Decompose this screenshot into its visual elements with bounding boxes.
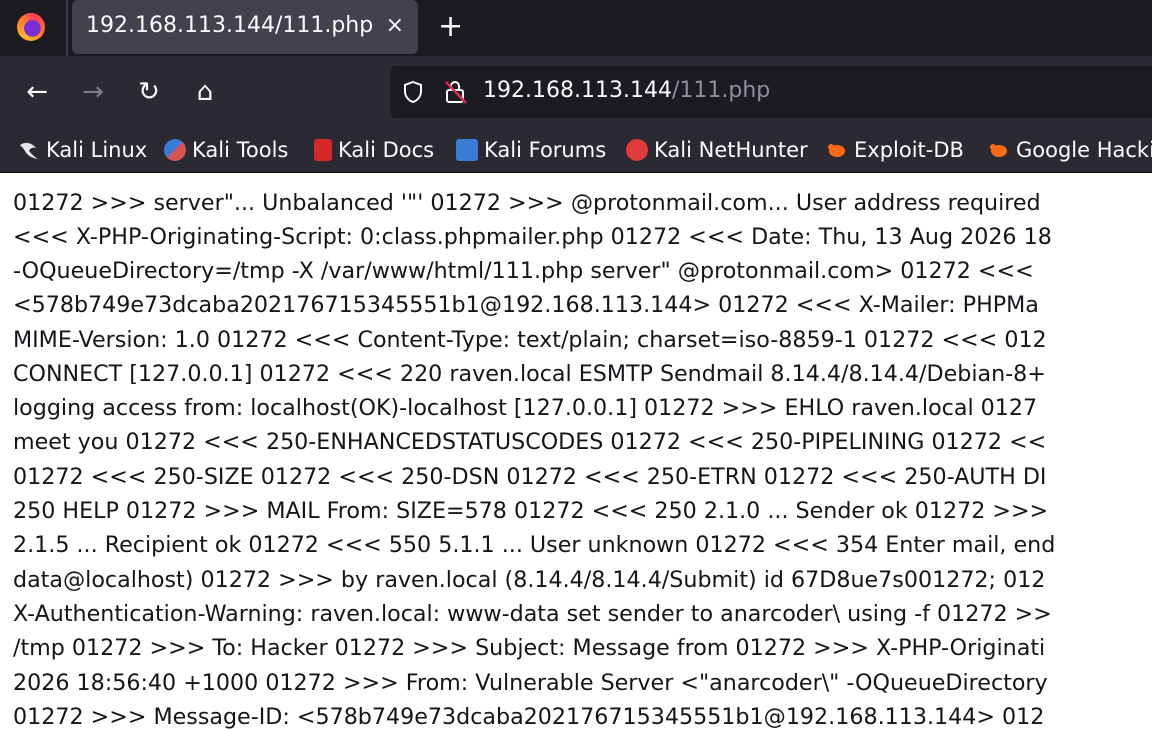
kali-tools-icon	[164, 139, 186, 161]
kali-forums-icon	[456, 139, 478, 161]
bookmark-label: Kali NetHunter	[654, 138, 808, 162]
output-line: 01272 >>> server"... Unbalanced '"' 0127…	[13, 190, 1041, 216]
bookmark-kali-tools[interactable]: Kali Tools	[164, 134, 288, 166]
url-host: 192.168.113.144	[483, 78, 672, 103]
output-line: 01272 <<< 250-SIZE 01272 <<< 250-DSN 012…	[13, 464, 1047, 490]
output-line: X-Authentication-Warning: raven.local: w…	[13, 601, 1052, 627]
navigation-toolbar: ← → ↻ ⌂ 192.168.113.144/111.php	[0, 56, 1152, 128]
close-tab-icon[interactable]: ×	[386, 13, 404, 39]
kali-nethunter-icon	[626, 139, 648, 161]
back-button[interactable]: ←	[17, 72, 57, 112]
exploit-db-bug-icon	[828, 144, 845, 157]
page-content: 01272 >>> server"... Unbalanced '"' 0127…	[0, 173, 1152, 730]
url-path: /111.php	[671, 78, 771, 103]
tab-title: 192.168.113.144/111.php	[86, 13, 374, 38]
bookmark-label: Kali Forums	[484, 138, 607, 162]
bookmark-exploit-db[interactable]: Exploit-DB	[826, 134, 964, 166]
bookmark-kali-docs[interactable]: Kali Docs	[314, 134, 434, 166]
bookmark-label: Exploit-DB	[854, 138, 964, 162]
bookmark-label: Google Hacki	[1016, 138, 1152, 162]
kali-dragon-icon	[20, 142, 38, 159]
kali-docs-icon	[314, 139, 332, 161]
output-line: 2.1.5 ... Recipient ok 01272 <<< 550 5.1…	[13, 532, 1056, 558]
bookmark-kali-forums[interactable]: Kali Forums	[456, 134, 606, 166]
tracking-protection-shield-icon[interactable]	[402, 80, 424, 104]
output-line: 2026 18:56:40 +1000 01272 >>> From: Vuln…	[13, 670, 1048, 696]
bookmark-google-hacking[interactable]: Google Hacki	[988, 134, 1152, 166]
output-line: data@localhost) 01272 >>> by raven.local…	[13, 567, 1046, 593]
firefox-logo-icon[interactable]	[17, 13, 45, 41]
home-button[interactable]: ⌂	[185, 72, 225, 112]
bookmark-kali-nethunter[interactable]: Kali NetHunter	[626, 134, 808, 166]
bookmarks-toolbar: Kali Linux Kali Tools Kali Docs Kali For…	[0, 128, 1152, 173]
new-tab-button[interactable]: +	[438, 10, 463, 44]
bookmark-kali-linux[interactable]: Kali Linux	[18, 134, 147, 166]
url-text[interactable]: 192.168.113.144/111.php	[483, 78, 770, 103]
tab-strip: 192.168.113.144/111.php × +	[0, 0, 1152, 56]
output-line: <<< X-PHP-Originating-Script: 0:class.ph…	[13, 224, 1052, 250]
exploit-db-bug-icon	[990, 144, 1007, 157]
bookmark-label: Kali Linux	[46, 138, 148, 162]
output-line: 01272 >>> Message-ID: <578b749e73dcaba20…	[13, 704, 1045, 730]
tab-separator	[66, 0, 68, 56]
insecure-lock-icon[interactable]	[444, 79, 468, 105]
forward-button[interactable]: →	[73, 72, 113, 112]
output-line: 250 HELP 01272 >>> MAIL From: SIZE=578 0…	[13, 498, 1049, 524]
tab-active[interactable]: 192.168.113.144/111.php ×	[72, 0, 418, 54]
reload-button[interactable]: ↻	[129, 72, 169, 112]
output-line: meet you 01272 <<< 250-ENHANCEDSTATUSCOD…	[13, 429, 1047, 455]
address-bar[interactable]: 192.168.113.144/111.php	[390, 66, 1152, 118]
output-line: -OQueueDirectory=/tmp -X /var/www/html/1…	[13, 258, 1034, 284]
output-line: <578b749e73dcaba202176715345551b1@192.16…	[13, 292, 1039, 318]
output-line: /tmp 01272 >>> To: Hacker 01272 >>> Subj…	[13, 635, 1046, 661]
output-line: logging access from: localhost(OK)-local…	[13, 395, 1038, 421]
output-line: CONNECT [127.0.0.1] 01272 <<< 220 raven.…	[13, 361, 1046, 387]
bookmark-label: Kali Docs	[338, 138, 435, 162]
bookmark-label: Kali Tools	[192, 138, 289, 162]
output-line: MIME-Version: 1.0 01272 <<< Content-Type…	[13, 327, 1047, 353]
